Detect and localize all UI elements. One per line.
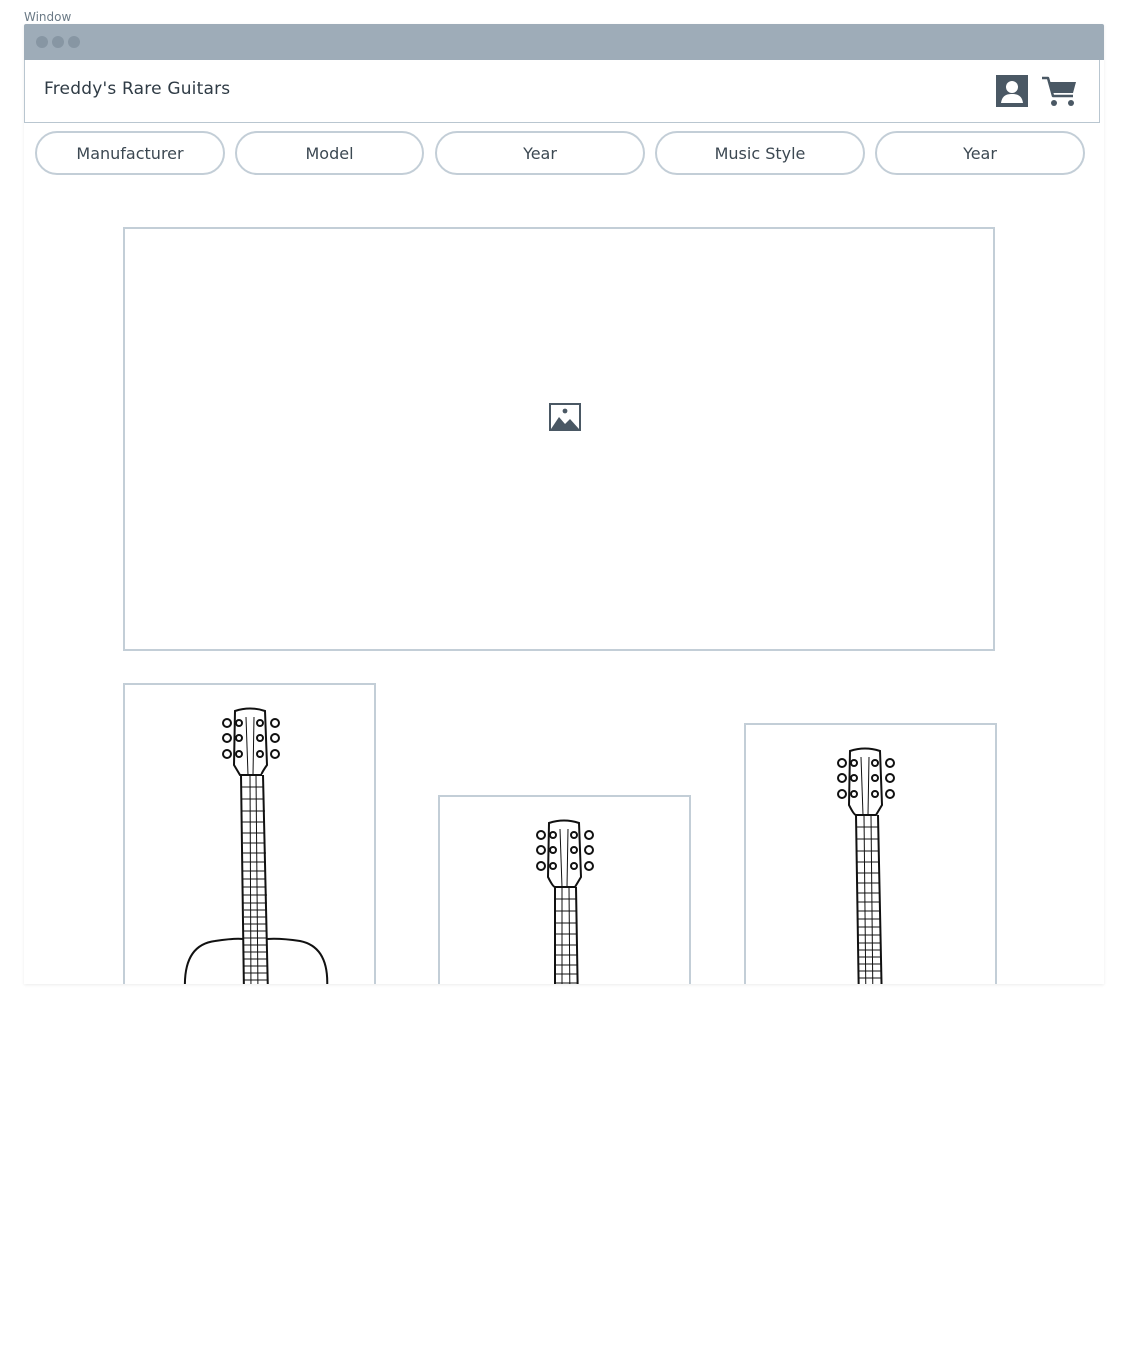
site-title[interactable]: Freddy's Rare Guitars — [44, 79, 230, 99]
filter-manufacturer-button[interactable]: Manufacturer — [35, 131, 225, 175]
image-placeholder-icon — [549, 403, 581, 431]
user-icon[interactable] — [996, 75, 1028, 107]
guitar-icon — [837, 747, 895, 984]
filter-music-style-button[interactable]: Music Style — [655, 131, 865, 175]
window-minimize-button[interactable] — [52, 36, 64, 48]
filter-model-button[interactable]: Model — [235, 131, 424, 175]
guitar-icon — [183, 707, 329, 984]
browser-window: Freddy's Rare Guitars Manufacturer Model… — [24, 24, 1104, 984]
product-card[interactable] — [438, 795, 691, 984]
window-caption: Window — [24, 10, 72, 24]
filter-year-button[interactable]: Year — [435, 131, 645, 175]
guitar-icon — [536, 819, 594, 984]
hero-image[interactable] — [123, 227, 995, 651]
window-maximize-button[interactable] — [68, 36, 80, 48]
site-header: Freddy's Rare Guitars — [24, 60, 1100, 123]
product-card[interactable] — [123, 683, 376, 984]
filter-year-2-button[interactable]: Year — [875, 131, 1085, 175]
cart-icon[interactable] — [1041, 74, 1079, 110]
window-titlebar — [24, 24, 1104, 60]
product-card[interactable] — [744, 723, 997, 984]
window-close-button[interactable] — [36, 36, 48, 48]
